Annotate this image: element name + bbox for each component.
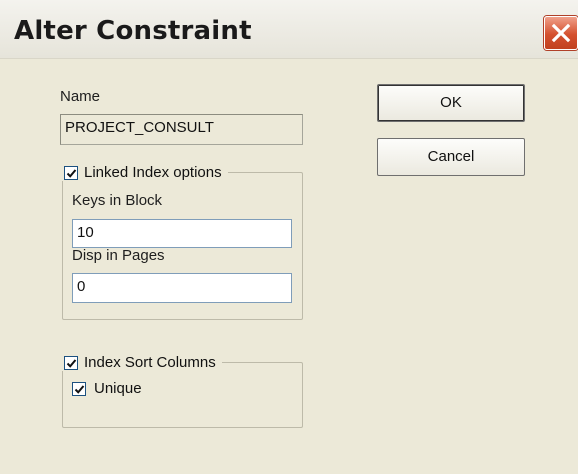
unique-checkbox[interactable] xyxy=(72,381,86,396)
index-sort-checkbox[interactable] xyxy=(64,355,78,370)
title-bar[interactable]: Alter Constraint xyxy=(0,0,578,59)
close-icon xyxy=(551,23,571,43)
index-sort-legend[interactable]: Index Sort Columns xyxy=(62,354,222,371)
unique-option[interactable]: Unique xyxy=(72,380,142,397)
linked-index-checkbox[interactable] xyxy=(64,165,78,180)
check-icon xyxy=(66,168,77,178)
disp-in-pages-input[interactable]: 0 xyxy=(72,273,292,303)
ok-button[interactable]: OK xyxy=(377,84,525,122)
name-field[interactable]: PROJECT_CONSULT xyxy=(60,114,303,145)
check-icon xyxy=(66,358,77,368)
linked-index-legend[interactable]: Linked Index options xyxy=(62,164,228,181)
close-button[interactable] xyxy=(544,16,578,50)
name-label: Name xyxy=(60,88,101,105)
index-sort-label: Index Sort Columns xyxy=(84,354,216,371)
alter-constraint-dialog: Alter Constraint Name PROJECT_CONSULT OK… xyxy=(0,0,578,474)
unique-label: Unique xyxy=(94,380,142,397)
keys-in-block-label: Keys in Block xyxy=(72,192,163,209)
disp-in-pages-label: Disp in Pages xyxy=(72,247,165,264)
linked-index-label: Linked Index options xyxy=(84,164,222,181)
keys-in-block-input[interactable]: 10 xyxy=(72,219,292,248)
cancel-button[interactable]: Cancel xyxy=(377,138,525,176)
check-icon xyxy=(74,384,85,394)
window-title: Alter Constraint xyxy=(14,16,252,46)
